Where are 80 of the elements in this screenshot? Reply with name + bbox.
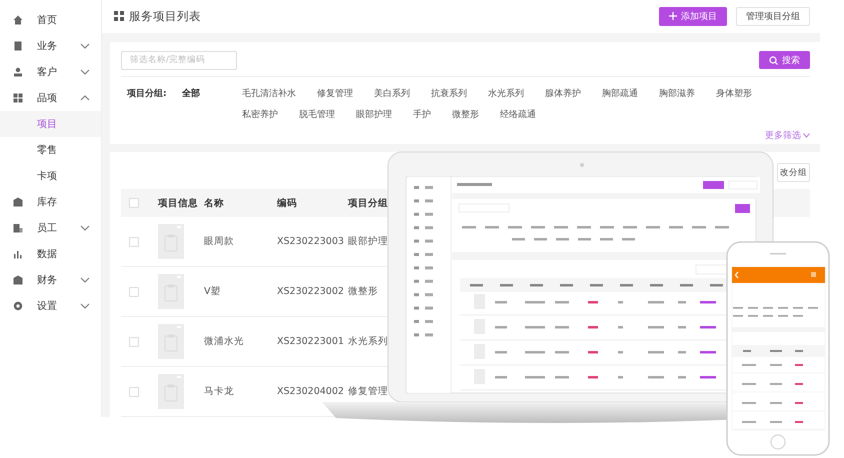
group-option[interactable]: 眼部护理 — [356, 106, 392, 123]
submenu-item[interactable]: 零售 — [0, 137, 101, 163]
menu-item[interactable]: 财务 — [0, 267, 101, 293]
table-cell-text: V塑 — [204, 285, 222, 298]
gear-icon — [13, 301, 23, 311]
group-option[interactable]: 微整形 — [452, 106, 479, 123]
box-icon — [13, 275, 23, 285]
chevron-down-icon — [80, 69, 90, 75]
menu-item[interactable]: 数据 — [0, 241, 101, 267]
search-button[interactable]: 搜索 — [759, 51, 810, 70]
table-cell-text: 眼周款 — [204, 235, 235, 248]
menu-item[interactable]: 首页 — [0, 7, 101, 33]
grid-icon — [114, 11, 124, 22]
table-cell-text: 眼部护理 — [348, 235, 389, 248]
group-option[interactable]: 私密养护 — [242, 106, 278, 123]
chart-icon — [13, 249, 23, 259]
table-cell-text: 水光系列 — [348, 335, 389, 348]
table-cell-text: 修复管理 — [348, 385, 389, 398]
home-icon — [13, 15, 23, 25]
group-option[interactable]: 经络疏通 — [500, 106, 536, 123]
chevron-down-icon — [803, 132, 810, 138]
plus-icon — [669, 12, 677, 20]
table-cell-text: XS230223002 — [277, 286, 345, 297]
box-icon — [13, 197, 23, 207]
submenu-item[interactable]: 卡项 — [0, 163, 101, 189]
group-label: 项目分组: — [126, 88, 168, 101]
doc-icon — [13, 41, 23, 51]
search-field[interactable]: 筛选名称/完整编码 — [121, 50, 237, 70]
page-title: 服务项目列表 — [129, 8, 201, 24]
menu-item[interactable]: 设置 — [0, 293, 101, 319]
group-option[interactable]: 手护 — [413, 106, 431, 123]
chevron-up-icon — [80, 95, 90, 101]
table-cell-text: 微整形 — [348, 285, 379, 298]
checkbox[interactable] — [129, 336, 139, 346]
checkbox[interactable] — [129, 286, 139, 296]
clipboard-thumbnail-icon — [158, 224, 184, 259]
table-cell-text: XS230223001 — [277, 336, 345, 347]
checkbox[interactable] — [129, 198, 139, 208]
group-option[interactable]: 胸部疏通 — [602, 86, 638, 102]
group-option[interactable]: 抗衰系列 — [431, 86, 467, 102]
group-option[interactable]: 胸部滋养 — [659, 86, 695, 102]
column-header: 项目分组 — [348, 196, 389, 210]
clipboard-thumbnail-icon — [158, 324, 184, 359]
group-option[interactable]: 身体塑形 — [716, 86, 752, 102]
menu-item[interactable]: 客户 — [0, 59, 101, 85]
menu-item[interactable]: 业务 — [0, 33, 101, 59]
people-icon — [13, 223, 23, 233]
column-header: 编码 — [277, 196, 298, 210]
clipboard-thumbnail-icon — [158, 374, 184, 409]
group-option[interactable]: 美白系列 — [374, 86, 410, 102]
checkbox[interactable] — [129, 386, 139, 396]
chevron-down-icon — [80, 303, 90, 309]
chevron-down-icon — [80, 43, 90, 49]
more-filters-link[interactable]: 更多筛选 — [765, 128, 810, 142]
clipboard-thumbnail-icon — [158, 274, 184, 309]
grid-icon — [13, 93, 23, 103]
submenu-item[interactable]: 项目 — [0, 111, 101, 137]
menu-item[interactable]: 品项 — [0, 85, 101, 111]
menu-item[interactable]: 库存 — [0, 189, 101, 215]
group-option[interactable]: 修复管理 — [317, 86, 353, 102]
menu-item[interactable]: 员工 — [0, 215, 101, 241]
group-option[interactable]: 腺体养护 — [545, 86, 581, 102]
table-cell-text: 微浦水光 — [204, 335, 245, 348]
checkbox[interactable] — [129, 236, 139, 246]
person-icon — [13, 67, 23, 77]
table-cell-text: XS230204002 — [277, 386, 345, 397]
manage-groups-button[interactable]: 管理项目分组 — [736, 6, 810, 26]
add-button[interactable]: 添加项目 — [659, 6, 727, 26]
table-cell-text: 马卡龙 — [204, 385, 235, 398]
column-header: 项目信息 — [158, 196, 199, 210]
column-header: 名称 — [204, 196, 225, 210]
table-cell-text: XS230223003 — [277, 236, 345, 247]
group-option[interactable]: 毛孔清洁补水 — [242, 86, 296, 102]
chevron-down-icon — [80, 277, 90, 283]
search-icon — [769, 56, 778, 65]
group-option[interactable]: 脱毛管理 — [299, 106, 335, 123]
group-option[interactable]: 全部 — [182, 86, 242, 102]
chevron-down-icon — [80, 225, 90, 231]
group-option[interactable]: 水光系列 — [488, 86, 524, 102]
edit-group-button[interactable]: 改分组 — [777, 163, 810, 182]
